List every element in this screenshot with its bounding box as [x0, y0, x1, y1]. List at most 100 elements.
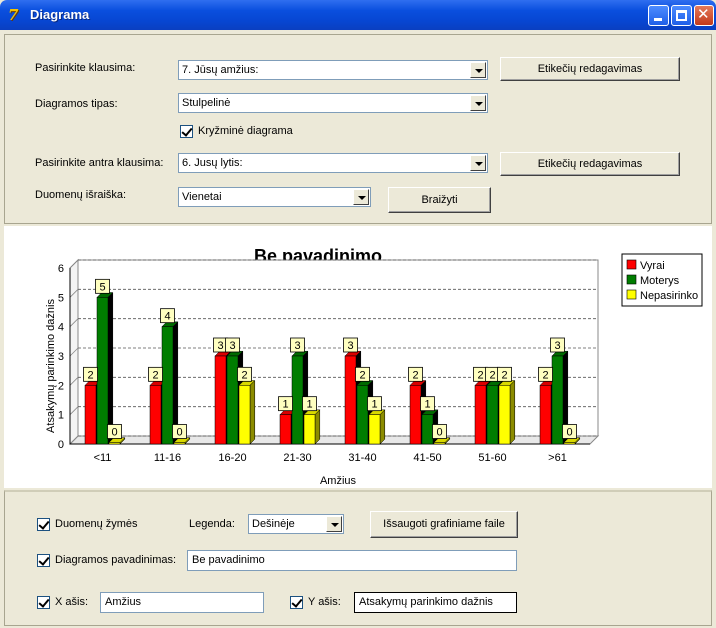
data-label: 2 — [501, 369, 507, 381]
bar-side — [509, 379, 516, 445]
bar — [161, 326, 174, 445]
data-label: 2 — [152, 369, 158, 381]
question-label: Pasirinkite klausima: — [35, 62, 136, 74]
chart-title-checkbox[interactable] — [37, 554, 50, 567]
chevron-down-icon[interactable] — [326, 516, 342, 532]
data-label: 3 — [554, 340, 560, 352]
chart-area: Be pavadinimo 0 1 2 3 4 5 6 <11 2 5 0 11-16 2 4 0 16-20… — [4, 226, 712, 488]
close-button[interactable]: ✕ — [694, 5, 714, 26]
data-label: 2 — [489, 369, 495, 381]
bar — [291, 355, 304, 445]
bar — [226, 355, 239, 445]
y-tick-label: 1 — [58, 410, 64, 422]
cross-chart-checkbox[interactable] — [180, 125, 193, 138]
y-tick-label: 3 — [58, 351, 64, 363]
chart-title-input[interactable]: Be pavadinimo — [187, 550, 517, 571]
bar — [539, 385, 552, 445]
chart-title-option-label: Diagramos pavadinimas: — [55, 554, 177, 566]
data-format-value: Vienetai — [182, 191, 222, 203]
y-axis-label: Atsakymų parinkimo dažnis — [45, 299, 57, 433]
bar — [96, 297, 109, 445]
bar — [356, 385, 369, 445]
chart-type-select[interactable]: Stulpelinė — [178, 93, 488, 113]
x-tick-label: 51-60 — [478, 452, 506, 464]
data-label: 5 — [99, 281, 105, 293]
x-axis-input-value: Amžius — [105, 596, 142, 608]
save-image-button[interactable]: Išsaugoti grafiniame faile — [370, 511, 518, 538]
data-format-label: Duomenų išraiška: — [35, 189, 127, 201]
legend-entry: Vyrai — [640, 260, 665, 272]
data-label: 0 — [111, 427, 117, 439]
y-axis-checkbox[interactable] — [290, 596, 303, 609]
data-label: 0 — [436, 427, 442, 439]
x-axis-checkbox[interactable] — [37, 596, 50, 609]
chart-title-input-value: Be pavadinimo — [192, 554, 265, 566]
legend-position-label: Legenda: — [189, 518, 235, 530]
data-label: 1 — [282, 399, 288, 411]
bar — [474, 385, 487, 445]
draw-button[interactable]: Braižyti — [388, 187, 491, 213]
bar — [433, 442, 446, 445]
app-icon: 7 — [8, 6, 19, 24]
chevron-down-icon[interactable] — [470, 155, 486, 171]
cross-chart-label: Kryžminė diagrama — [198, 125, 293, 137]
title-bar[interactable]: 7 Diagrama ✕ — [0, 0, 716, 30]
legend-position-value: Dešinėje — [252, 518, 295, 530]
bar — [498, 385, 511, 445]
data-label: 2 — [359, 369, 365, 381]
bar — [84, 385, 97, 445]
chart-type-label: Diagramos tipas: — [35, 98, 118, 110]
x-tick-label: 11-16 — [154, 452, 181, 464]
y-axis-input[interactable]: Atsakymų parinkimo dažnis — [354, 592, 517, 613]
bar — [279, 414, 292, 445]
legend-entry: Nepasirinko — [640, 290, 698, 302]
second-question-label: Pasirinkite antra klausima: — [35, 157, 164, 169]
legend-swatch — [626, 259, 637, 270]
legend-position-select[interactable]: Dešinėje — [248, 514, 344, 534]
legend-swatch — [626, 274, 637, 285]
data-label: 3 — [347, 340, 353, 352]
bar-side — [249, 379, 256, 445]
data-label: 3 — [217, 340, 223, 352]
second-question-select[interactable]: 6. Jusų lytis: — [178, 153, 488, 173]
chevron-down-icon[interactable] — [470, 62, 486, 78]
maximize-button[interactable] — [671, 5, 692, 26]
chevron-down-icon[interactable] — [353, 189, 369, 205]
edit-labels-button-2[interactable]: Etikečių redagavimas — [500, 152, 680, 176]
edit-labels-button-1[interactable]: Etikečių redagavimas — [500, 57, 680, 81]
data-format-select[interactable]: Vienetai — [178, 187, 371, 207]
x-tick-label: 41-50 — [413, 452, 441, 464]
data-marks-checkbox[interactable] — [37, 518, 50, 531]
data-label: 4 — [164, 311, 170, 323]
maximize-icon — [676, 10, 687, 21]
y-tick-label: 5 — [58, 292, 64, 304]
data-label: 0 — [566, 427, 572, 439]
data-label: 0 — [176, 427, 182, 439]
data-label: 1 — [371, 399, 377, 411]
chevron-down-icon[interactable] — [470, 95, 486, 111]
data-label: 2 — [241, 369, 247, 381]
minimize-button[interactable] — [648, 5, 669, 26]
bar-side — [107, 291, 114, 445]
bar — [563, 442, 576, 445]
close-icon: ✕ — [697, 5, 710, 23]
y-tick-label: 0 — [58, 439, 64, 451]
bar — [409, 385, 422, 445]
data-label: 3 — [294, 340, 300, 352]
data-marks-label: Duomenų žymės — [55, 518, 138, 530]
bar — [551, 355, 564, 445]
data-label: 2 — [477, 369, 483, 381]
plot-floor — [68, 435, 600, 445]
x-tick-label: <11 — [94, 452, 112, 464]
x-tick-label: 31-40 — [348, 452, 376, 464]
data-label: 2 — [87, 369, 93, 381]
x-axis-input[interactable]: Amžius — [100, 592, 264, 613]
application-window: 7 Diagrama ✕ Pasirinkite klausima: 7. Jū… — [0, 0, 716, 628]
question-select[interactable]: 7. Jūsų amžius: — [178, 60, 488, 80]
question-select-value: 7. Jūsų amžius: — [182, 64, 259, 76]
bar — [421, 414, 434, 445]
second-question-value: 6. Jusų lytis: — [182, 157, 243, 169]
y-axis-option-label: Y ašis: — [308, 596, 341, 608]
x-axis-label: Amžius — [320, 475, 357, 487]
bar — [149, 385, 162, 445]
